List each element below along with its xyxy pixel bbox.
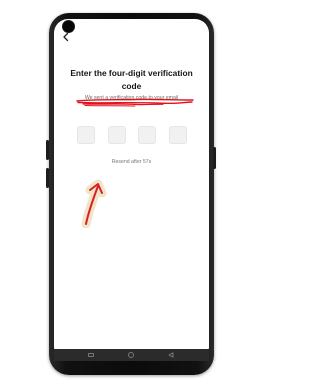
recents-icon[interactable] xyxy=(88,353,94,357)
back-arrow-icon[interactable] xyxy=(61,32,71,42)
annotation-arrow-icon xyxy=(81,179,107,228)
volume-up-button xyxy=(46,140,49,160)
front-camera xyxy=(63,21,74,32)
power-button xyxy=(213,147,216,169)
code-digit-2-input[interactable] xyxy=(107,126,126,144)
code-input-row xyxy=(77,126,187,144)
code-digit-3-input[interactable] xyxy=(138,126,157,144)
redaction-scribble xyxy=(76,98,194,107)
code-digit-4-input[interactable] xyxy=(168,126,187,144)
back-icon[interactable] xyxy=(168,352,174,358)
stage: Enter the four-digit verification code W… xyxy=(0,0,260,390)
volume-down-button xyxy=(46,168,49,188)
page-title: Enter the four-digit verification code xyxy=(70,68,193,91)
home-icon[interactable] xyxy=(128,352,134,358)
code-digit-1-input[interactable] xyxy=(77,126,95,144)
resend-countdown: Resend after 57s xyxy=(111,159,152,165)
